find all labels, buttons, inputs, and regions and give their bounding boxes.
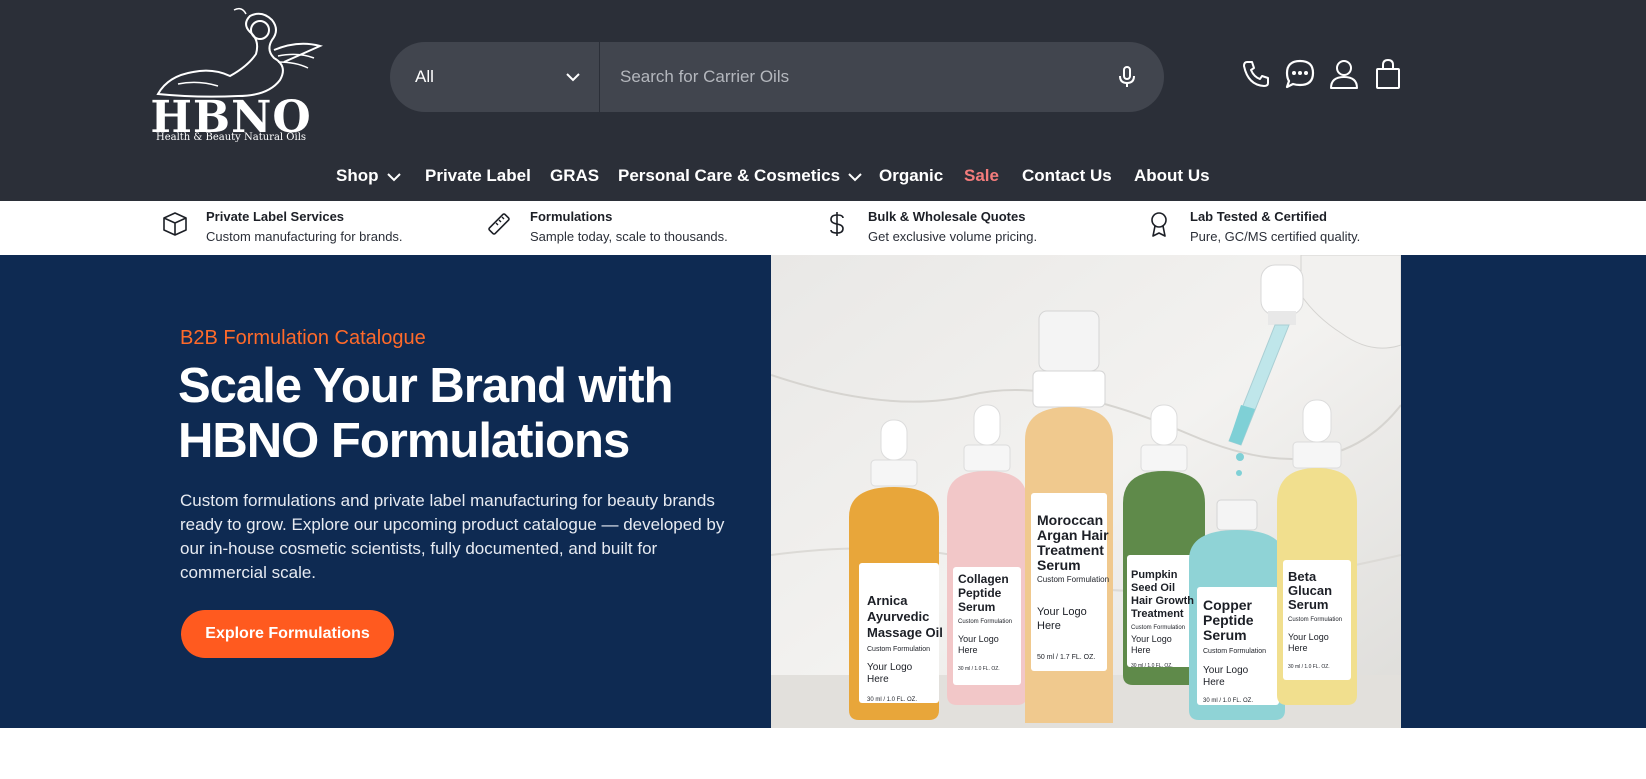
label-beta-name-2: Glucan [1288,583,1332,598]
dollar-icon [830,212,844,236]
label-collagen-name-3: Serum [958,600,995,614]
label-beta-logo-1: Your Logo [1288,632,1329,642]
ruler-icon [488,213,510,235]
feature-bar: Private Label Services Custom manufactur… [0,201,1646,255]
hero-body: Custom formulations and private label ma… [180,491,725,582]
chevron-down-icon [386,172,401,181]
label-beta-volume: 30 ml / 1.0 FL. OZ. [1288,664,1330,670]
label-collagen-logo-2: Here [958,645,978,655]
nav-shop-label: Shop [336,166,379,185]
label-copper-name-2: Peptide [1203,612,1254,628]
label-collagen-name-1: Collagen [958,572,1009,586]
label-pumpkin-logo-1: Your Logo [1131,634,1172,644]
label-arnica-volume: 30 ml / 1.0 FL. OZ. [867,697,917,703]
label-collagen-logo-1: Your Logo [958,634,999,644]
label-arnica-name-1: Arnica [867,593,908,608]
label-moroccan-name-1: Moroccan [1037,512,1103,528]
label-moroccan-name-4: Serum [1037,557,1081,573]
label-moroccan-custom: Custom Formulation [1037,575,1109,584]
feature-title: Private Label Services [206,209,345,224]
label-pumpkin-volume: 30 ml / 1.0 FL. OZ. [1131,663,1173,669]
label-moroccan-name-3: Treatment [1037,542,1104,558]
label-copper-name-1: Copper [1203,597,1253,613]
nav-shop[interactable]: Shop [336,166,401,186]
explore-formulations-button[interactable]: Explore Formulations [181,610,394,658]
nav-personal-care-label: Personal Care & Cosmetics [618,166,841,185]
label-copper-logo-1: Your Logo [1203,665,1249,676]
label-moroccan-volume: 50 ml / 1.7 FL. OZ. [1037,654,1095,661]
label-moroccan-logo-1: Your Logo [1037,606,1087,618]
feature-desc: Custom manufacturing for brands. [206,229,403,244]
nav-sale[interactable]: Sale [964,166,999,186]
search-input[interactable] [620,42,1090,112]
label-copper-volume: 30 ml / 1.0 FL. OZ. [1203,698,1253,704]
label-arnica-name-2: Ayurvedic [867,609,929,624]
label-collagen-custom: Custom Formulation [958,619,1012,625]
nav-gras[interactable]: GRAS [550,166,599,186]
label-copper-custom: Custom Formulation [1203,648,1266,655]
feature-desc: Pure, GC/MS certified quality. [1190,229,1361,244]
hbno-logo[interactable]: HBNO Health & Beauty Natural Oils [138,6,324,146]
hero-headline-line: Scale Your Brand with [178,359,674,413]
hero-headline-line: HBNO Formulations [178,414,630,468]
label-arnica-logo-1: Your Logo [867,662,913,673]
hero-banner: B2B Formulation Catalogue Scale Your Bra… [0,255,1646,728]
label-pumpkin-name-3: Hair Growth [1131,595,1194,607]
chevron-down-icon [566,73,580,82]
label-arnica-logo-2: Here [867,674,889,685]
nav-organic[interactable]: Organic [879,166,943,186]
hero-headline: Scale Your Brand with HBNO Formulations [178,359,738,469]
label-pumpkin-custom: Custom Formulation [1131,625,1185,631]
search-category-label: All [415,67,434,86]
hero-eyebrow: B2B Formulation Catalogue [180,327,426,349]
feature-title: Lab Tested & Certified [1190,209,1328,224]
label-beta-name-3: Serum [1288,597,1328,612]
nav-personal-care[interactable]: Personal Care & Cosmetics [618,166,862,186]
phone-icon[interactable] [1240,58,1272,90]
label-arnica-custom: Custom Formulation [867,646,930,653]
label-copper-logo-2: Here [1203,677,1225,688]
box-icon [163,212,187,236]
nav-contact-us[interactable]: Contact Us [1022,166,1112,186]
search-category-select[interactable]: All [390,42,600,112]
cart-icon[interactable] [1372,58,1404,90]
feature-desc: Get exclusive volume pricing. [868,229,1038,244]
feature-title: Bulk & Wholesale Quotes [868,209,1026,224]
feature-title: Formulations [530,209,613,224]
logo-tagline: Health & Beauty Natural Oils [155,132,307,143]
label-moroccan-logo-2: Here [1037,620,1061,632]
nav-about-us[interactable]: About Us [1134,166,1210,186]
award-icon [1151,212,1167,237]
chat-icon[interactable] [1284,58,1316,90]
account-icon[interactable] [1328,58,1360,90]
site-header: HBNO Health & Beauty Natural Oils All Se… [0,0,1646,201]
label-copper-name-3: Serum [1203,627,1247,643]
label-beta-custom: Custom Formulation [1288,617,1342,623]
label-collagen-volume: 30 ml / 1.0 FL. OZ. [958,666,1000,672]
label-pumpkin-name-4: Treatment [1131,608,1184,620]
label-arnica-name-3: Massage Oil [867,625,943,640]
chevron-down-icon [848,172,862,181]
label-moroccan-name-2: Argan Hair [1037,527,1109,543]
search-bar: All [390,42,1164,112]
main-nav: Shop Private Label GRAS Personal Care & … [0,166,1646,194]
nav-private-label[interactable]: Private Label [425,166,531,186]
label-collagen-name-2: Peptide [958,586,1002,600]
label-beta-name-1: Beta [1288,569,1317,584]
microphone-icon[interactable] [1117,66,1137,88]
label-pumpkin-name-1: Pumpkin [1131,569,1178,581]
label-pumpkin-logo-2: Here [1131,645,1151,655]
serum-bottles-illustration: Arnica Ayurvedic Massage Oil Custom Form… [771,255,1401,728]
label-beta-logo-2: Here [1288,643,1308,653]
label-pumpkin-name-2: Seed Oil [1131,582,1175,594]
feature-desc: Sample today, scale to thousands. [530,229,728,244]
page-below-hero [0,728,1646,779]
hero-product-image: Arnica Ayurvedic Massage Oil Custom Form… [771,255,1401,728]
